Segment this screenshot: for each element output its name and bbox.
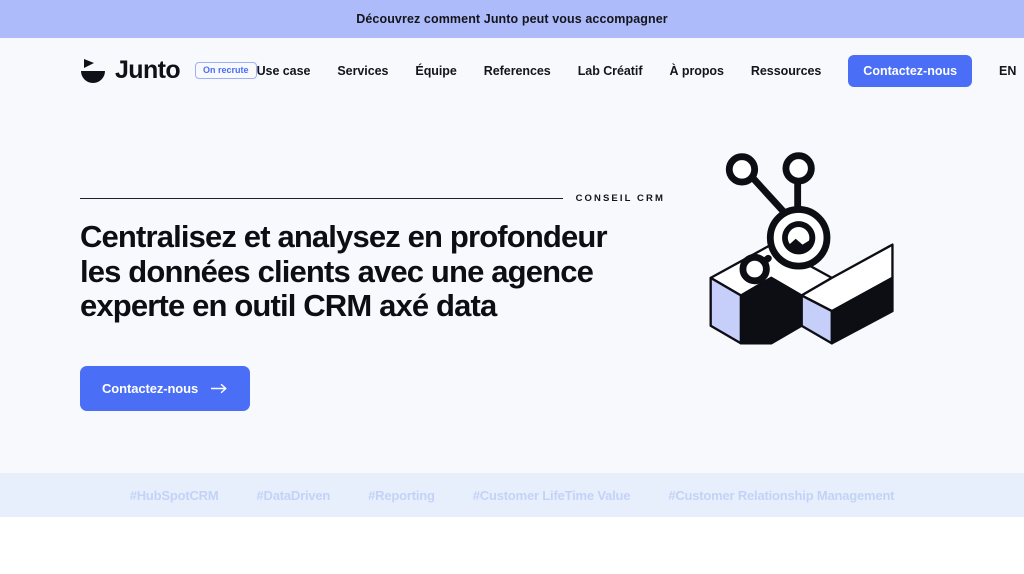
hashtag-customer-relationship-management[interactable]: #Customer Relationship Management (649, 488, 913, 503)
hero-copy: CONSEIL CRM Centralisez et analysez en p… (80, 193, 665, 411)
hero-eyebrow-label: CONSEIL CRM (575, 193, 665, 204)
nav-item-a-propos[interactable]: À propos (669, 64, 724, 78)
nav-item-ressources[interactable]: Ressources (751, 64, 821, 78)
announcement-bar[interactable]: Découvrez comment Junto peut vous accomp… (0, 0, 1024, 38)
hashtag-customer-lifetime-value[interactable]: #Customer LifeTime Value (454, 488, 650, 503)
nav-item-use-case[interactable]: Use case (257, 64, 311, 78)
nav-item-lab-creatif[interactable]: Lab Créatif (578, 64, 643, 78)
hero-title-line-1: Centralisez et analysez en profondeur (80, 219, 608, 254)
announcement-text: Découvrez comment Junto peut vous accomp… (356, 12, 668, 26)
brand-name: Junto (115, 56, 181, 84)
hashtag-datadriven[interactable]: #DataDriven (237, 488, 349, 503)
hero-title-line-3: experte en outil CRM axé data (80, 288, 497, 324)
hashtag-strip: #HubSpotCRM #DataDriven #Reporting #Cust… (0, 473, 1024, 517)
nav-item-references[interactable]: References (484, 64, 551, 78)
arrow-right-icon (211, 383, 227, 393)
hero-illustration (665, 143, 944, 358)
eyebrow-rule (80, 198, 563, 199)
hashtag-reporting[interactable]: #Reporting (349, 488, 454, 503)
hashtag-hubspotcrm[interactable]: #HubSpotCRM (111, 488, 238, 503)
brand-logo[interactable]: Junto On recrute (80, 56, 257, 85)
junto-mark-icon (81, 58, 105, 83)
hero-title-line-2: les données clients avec une agence (80, 253, 594, 289)
hero-contact-button[interactable]: Contactez-nous (80, 365, 251, 411)
nav-item-equipe[interactable]: Équipe (415, 64, 456, 78)
hero-eyebrow: CONSEIL CRM (80, 193, 665, 204)
hero-content: CONSEIL CRM Centralisez et analysez en p… (0, 152, 1024, 411)
hero-title: Centralisez et analysez en profondeur le… (80, 219, 665, 324)
main-navigation: Use case Services Équipe References Lab … (257, 54, 1016, 87)
nav-contact-button[interactable]: Contactez-nous (848, 54, 973, 87)
recruiting-badge[interactable]: On recrute (195, 62, 257, 79)
site-header: Junto On recrute Use case Services Équip… (0, 38, 1024, 103)
language-switcher[interactable]: EN (999, 64, 1016, 78)
nav-item-services[interactable]: Services (337, 64, 388, 78)
hubspot-sprocket-isometric-block-icon (709, 152, 894, 345)
hero-contact-button-label: Contactez-nous (102, 380, 199, 396)
hero-section: Junto On recrute Use case Services Équip… (0, 38, 1024, 517)
